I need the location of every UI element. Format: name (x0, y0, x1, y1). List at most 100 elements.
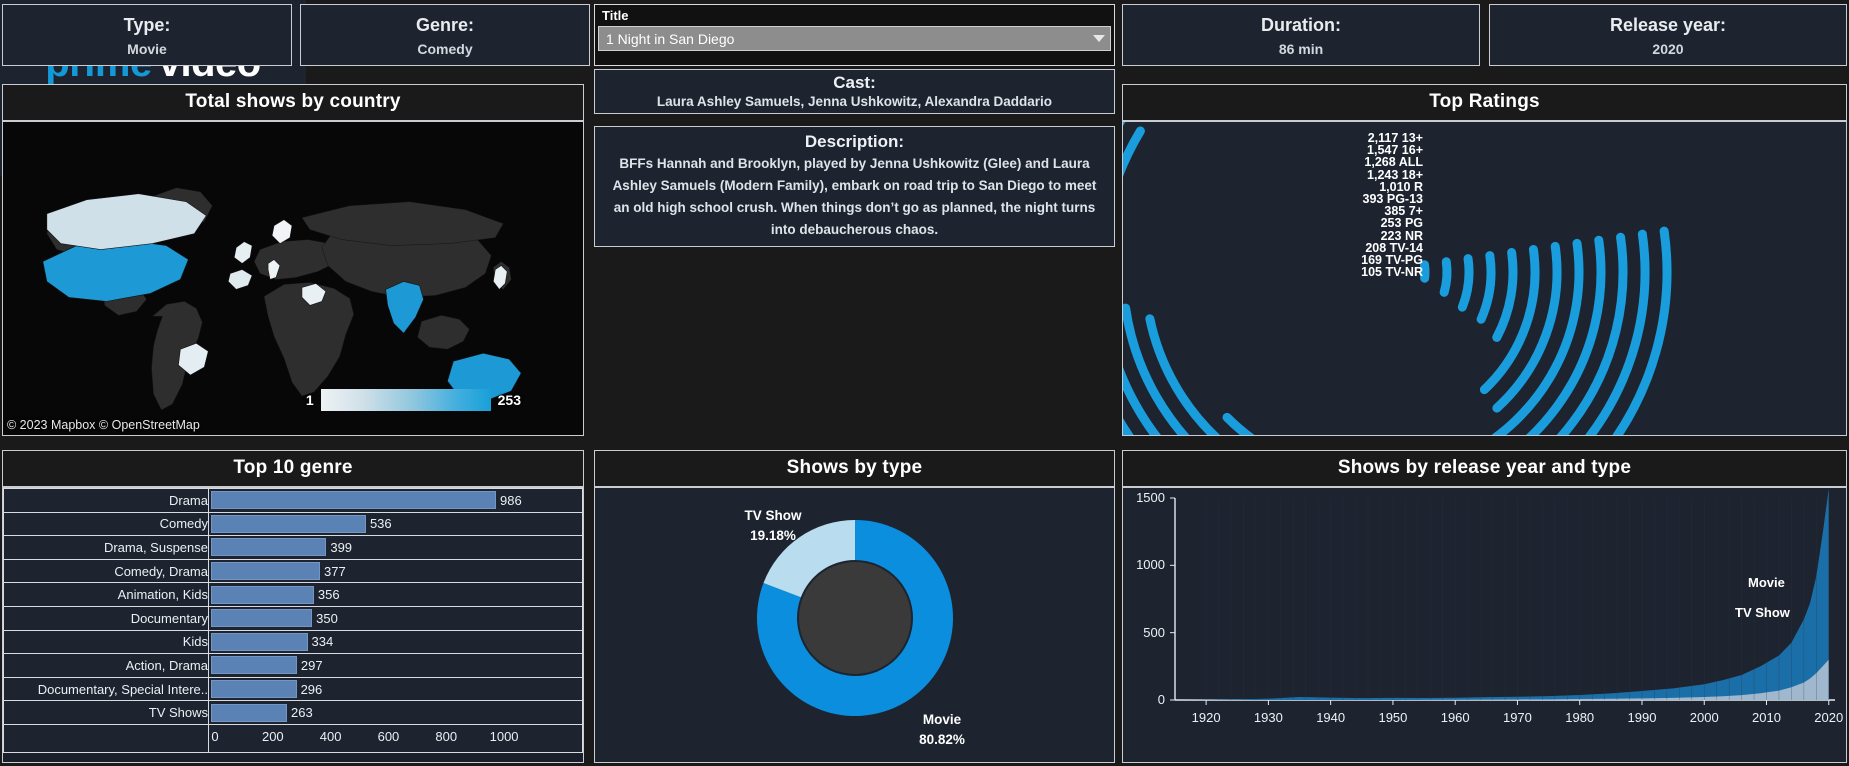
table-row[interactable]: Action, Drama 297 (3, 653, 583, 678)
genre-value: 399 (330, 539, 353, 555)
genre-bar (211, 632, 308, 651)
genre-bar (211, 562, 320, 581)
kpi-card-genre: Genre: Comedy (300, 4, 590, 66)
cast-heading: Cast: (833, 72, 876, 92)
donut-label-movie: Movie 80.82% (887, 710, 997, 749)
title-filter: Title 1 Night in San Diego (594, 4, 1115, 66)
y-axis-tick: 0 (1157, 692, 1165, 707)
cast-value: Laura Ashley Samuels, Jenna Ushkowitz, A… (656, 94, 1053, 110)
genre-bar-cell: 399 (208, 535, 583, 560)
genre-x-tick: 600 (377, 729, 400, 745)
genre-bar-cell: 356 (208, 582, 583, 607)
map-legend-gradient (320, 389, 491, 411)
table-row[interactable]: Kids 334 (3, 629, 583, 655)
genre-x-tick: 0 (211, 729, 219, 745)
cast-panel: Cast: Laura Ashley Samuels, Jenna Ushkow… (594, 69, 1115, 114)
table-row[interactable]: Comedy, Drama 377 (3, 558, 583, 584)
description-value: BFFs Hannah and Brooklyn, played by Jenn… (612, 156, 1097, 237)
donut-label-tvshow-value: 19.18% (750, 527, 796, 543)
genre-value: 377 (323, 563, 346, 579)
genre-axis-row: 0 200 400 600 800 1000 (3, 723, 583, 753)
x-axis-tick: 1990 (1627, 710, 1657, 725)
genre-bar-cell: 350 (208, 605, 583, 631)
description-panel: Description: BFFs Hannah and Brooklyn, p… (594, 126, 1115, 247)
genre-value: 297 (300, 657, 323, 673)
donut-label-movie-value: 80.82% (919, 731, 965, 747)
genre-x-tick: 1000 (489, 729, 519, 745)
title-filter-label: Title (602, 8, 629, 23)
genre-bar (211, 680, 297, 699)
map-panel-title: Total shows by country (2, 84, 584, 121)
ratings-label: 385 7+ (1384, 204, 1423, 219)
genre-x-tick: 400 (319, 729, 342, 745)
table-row[interactable]: TV Shows 263 (3, 700, 583, 725)
kpi-value: Comedy (417, 40, 473, 57)
donut-svg[interactable] (595, 488, 1114, 762)
map-attribution[interactable]: © 2023 Mapbox © OpenStreetMap (7, 418, 200, 432)
top-ratings-chart[interactable]: 2,117 13+ 1,547 16+ 1,268 ALL 1,243 18+ 1,01… (1074, 0, 1847, 571)
y-axis-tick: 1000 (1136, 557, 1165, 573)
genre-value: 536 (369, 516, 392, 532)
table-row[interactable]: Drama 986 (3, 488, 583, 513)
genre-bar (211, 491, 497, 510)
y-axis-tick: 500 (1143, 624, 1165, 640)
genre-bar (211, 609, 313, 628)
area-svg[interactable] (1123, 488, 1846, 762)
kpi-value: 86 min (1278, 40, 1324, 57)
table-row[interactable]: Animation, Kids 356 (3, 582, 583, 607)
world-map[interactable]: 1 253 © 2023 Mapbox © OpenStreetMap (2, 121, 584, 436)
kpi-label: Type: (123, 15, 171, 36)
table-row[interactable]: Documentary 350 (3, 605, 583, 631)
top-genre-chart[interactable]: Drama 986 Comedy 536 Drama, Suspense 399 Comed… (2, 487, 584, 763)
genre-name: Comedy, Drama (3, 558, 209, 584)
kpi-value: Movie (127, 40, 167, 57)
genre-x-tick: 200 (261, 729, 284, 745)
genre-axis-spacer (3, 723, 209, 753)
ratings-label: 1,243 18+ (1367, 167, 1423, 182)
x-axis-tick: 1940 (1316, 710, 1346, 725)
genre-bar-cell: 334 (208, 629, 583, 655)
x-axis-tick: 1920 (1191, 710, 1221, 725)
year-panel-title: Shows by release year and type (1122, 450, 1847, 487)
genre-value: 350 (316, 610, 338, 626)
genre-bar-cell: 297 (208, 653, 583, 678)
genre-x-tick: 800 (435, 729, 458, 745)
series-label-tvshow: TV Show (1735, 605, 1790, 620)
shows-by-type-chart[interactable]: TV Show 19.18% Movie 80.82% (594, 487, 1115, 763)
donut-label-movie-name: Movie (922, 712, 962, 727)
genre-name: Comedy (3, 511, 209, 537)
genre-bar (211, 585, 314, 604)
chevron-down-icon[interactable] (1093, 35, 1105, 42)
donut-label-tvshow: TV Show 19.18% (713, 506, 833, 545)
genre-value: 334 (311, 634, 334, 650)
title-select[interactable]: 1 Night in San Diego (598, 26, 1111, 51)
genre-panel-title: Top 10 genre (2, 450, 584, 487)
genre-name: Kids (3, 629, 209, 655)
ratings-label: 393 PG-13 (1362, 192, 1423, 207)
genre-name: Documentary (3, 605, 209, 631)
table-row[interactable]: Documentary, Special Intere.. 296 (3, 676, 583, 702)
genre-bar-cell: 296 (208, 676, 583, 702)
x-axis-tick: 1950 (1378, 710, 1408, 725)
genre-bar (211, 703, 288, 722)
table-row[interactable]: Comedy 536 (3, 511, 583, 537)
genre-axis-cell: 0 200 400 600 800 1000 (208, 723, 583, 753)
type-panel-title: Shows by type (594, 450, 1115, 487)
x-axis-tick: 1930 (1253, 710, 1283, 725)
kpi-label: Genre: (415, 15, 475, 36)
kpi-label: Duration: (1261, 15, 1341, 36)
x-axis-tick: 2010 (1752, 710, 1781, 725)
description-heading: Description: (804, 132, 905, 151)
genre-name: Drama (3, 488, 209, 513)
ratings-label: 1,268 ALL (1364, 155, 1423, 170)
genre-name: Action, Drama (3, 653, 209, 678)
y-axis-tick: 1500 (1136, 490, 1165, 505)
table-row[interactable]: Drama, Suspense 399 (3, 535, 583, 560)
genre-bar-cell: 536 (208, 511, 583, 537)
x-axis-tick: 1980 (1565, 710, 1595, 725)
kpi-card-type: Type: Movie (2, 4, 292, 66)
release-year-chart[interactable]: 0 500 1000 1500 1920 1930 1940 1950 1960 1970 1980… (1122, 487, 1847, 763)
genre-name: Drama, Suspense (3, 535, 209, 560)
map-legend: 1 253 (306, 389, 521, 411)
series-label-movie: Movie (1748, 575, 1785, 590)
